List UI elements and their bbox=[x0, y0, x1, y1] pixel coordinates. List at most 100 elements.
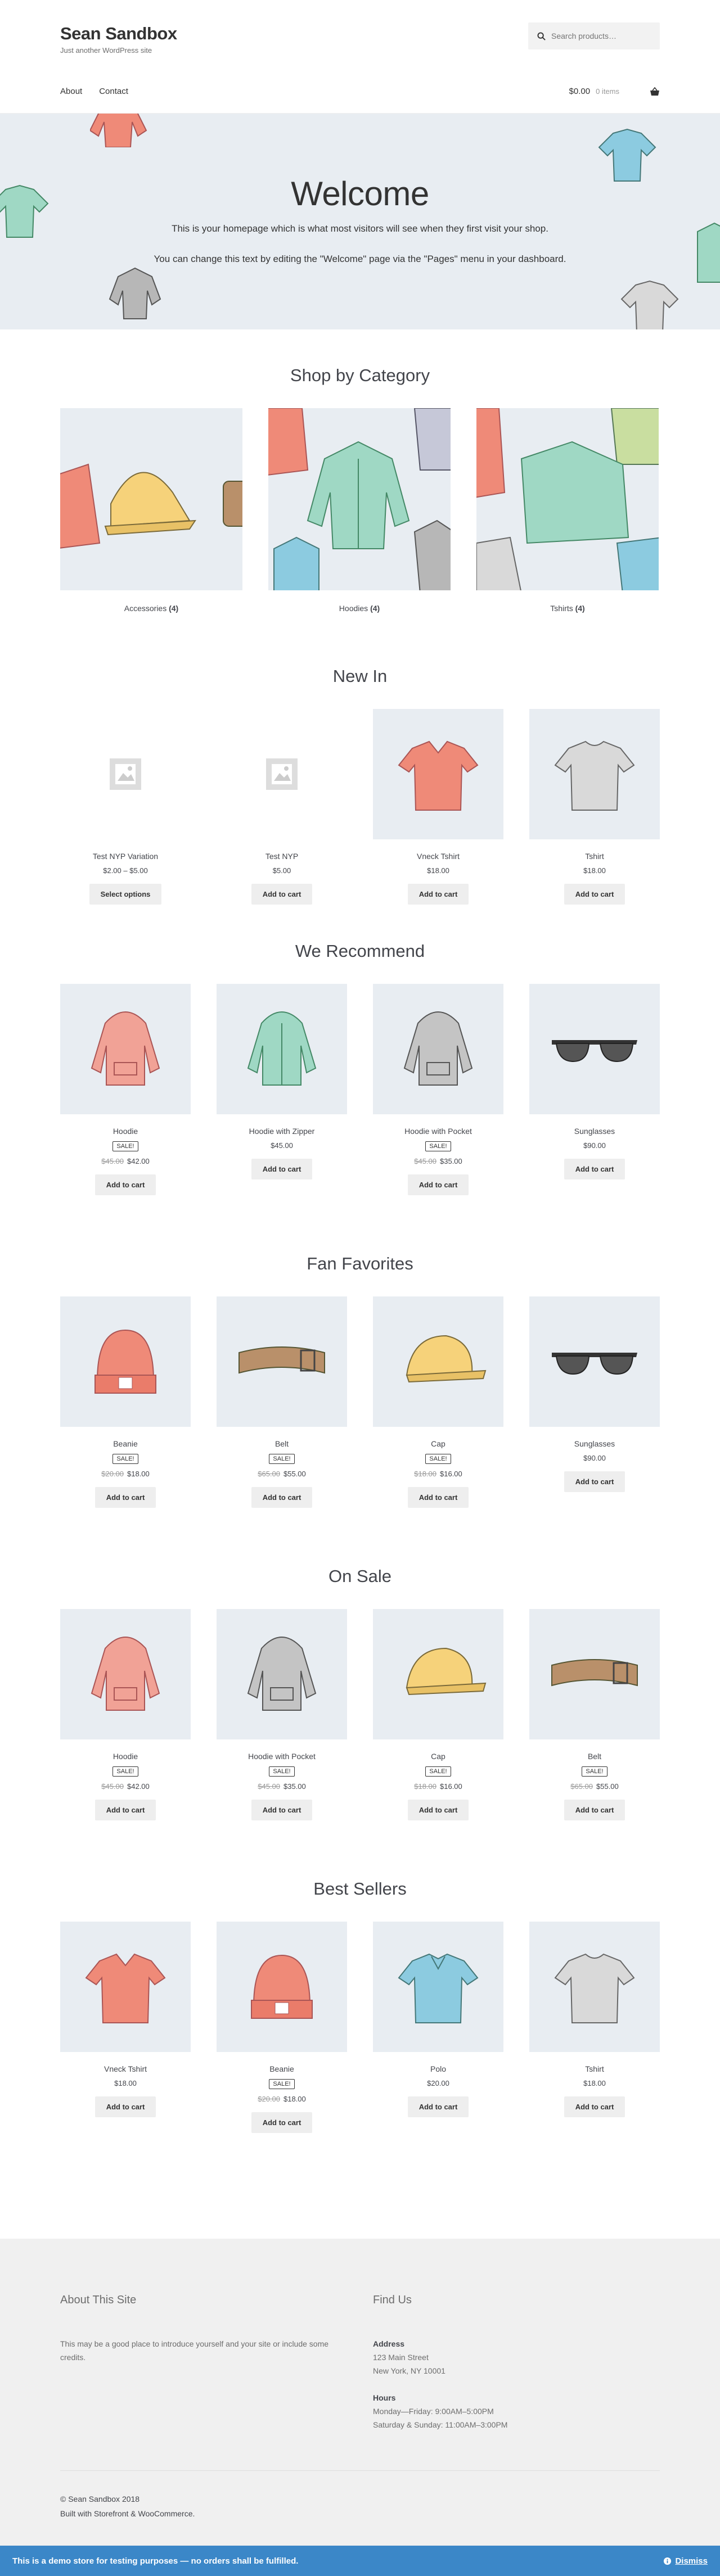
product-title[interactable]: Vneck Tshirt bbox=[60, 2064, 191, 2073]
add-to-cart-button[interactable]: Add to cart bbox=[564, 1800, 626, 1820]
category-accessories[interactable]: Accessories (4) bbox=[60, 408, 242, 613]
product-image[interactable] bbox=[60, 984, 191, 1114]
product-image[interactable] bbox=[529, 984, 660, 1114]
product-card[interactable]: Cap SALE! $18.00 $16.00 Add to cart bbox=[373, 1296, 503, 1508]
product-image[interactable] bbox=[373, 1296, 503, 1427]
header-cart[interactable]: $0.00 0 items bbox=[569, 87, 660, 96]
basket-icon[interactable] bbox=[650, 87, 660, 96]
category-title[interactable]: Tshirts (4) bbox=[476, 604, 659, 613]
product-image[interactable] bbox=[217, 1296, 347, 1427]
product-title[interactable]: Hoodie with Pocket bbox=[217, 1752, 347, 1761]
category-tshirts[interactable]: Tshirts (4) bbox=[476, 408, 659, 613]
product-title[interactable]: Cap bbox=[373, 1439, 503, 1448]
product-card[interactable]: Hoodie with Pocket SALE! $45.00 $35.00 Add t… bbox=[373, 984, 503, 1195]
product-card[interactable]: Belt SALE! $65.00 $55.00 Add to cart bbox=[217, 1296, 347, 1508]
add-to-cart-button[interactable]: Add to cart bbox=[94, 2096, 156, 2117]
dismiss-button[interactable]: Dismiss bbox=[663, 2556, 708, 2566]
product-image[interactable] bbox=[60, 1922, 191, 2052]
add-to-cart-button[interactable]: Add to cart bbox=[251, 1800, 313, 1820]
product-image[interactable] bbox=[529, 709, 660, 839]
product-card[interactable]: Test NYP Variation $2.00 – $5.00 Select op… bbox=[60, 709, 191, 905]
product-card[interactable]: Hoodie SALE! $45.00 $42.00 Add to cart bbox=[60, 1609, 191, 1820]
product-image[interactable] bbox=[60, 709, 191, 839]
product-image[interactable] bbox=[529, 1922, 660, 2052]
add-to-cart-button[interactable]: Add to cart bbox=[251, 1159, 313, 1179]
product-image[interactable] bbox=[60, 1609, 191, 1739]
product-title[interactable]: Cap bbox=[373, 1752, 503, 1761]
product-card[interactable]: Beanie SALE! $20.00 $18.00 Add to cart bbox=[60, 1296, 191, 1508]
category-image[interactable] bbox=[268, 408, 451, 590]
product-image[interactable] bbox=[217, 709, 347, 839]
add-to-cart-button[interactable]: Add to cart bbox=[564, 2096, 626, 2117]
product-title[interactable]: Test NYP Variation bbox=[60, 852, 191, 861]
product-image[interactable] bbox=[373, 1609, 503, 1739]
product-title[interactable]: Belt bbox=[529, 1752, 660, 1761]
product-title[interactable]: Hoodie bbox=[60, 1127, 191, 1136]
product-image[interactable] bbox=[217, 984, 347, 1114]
product-title[interactable]: Test NYP bbox=[217, 852, 347, 861]
product-image[interactable] bbox=[373, 984, 503, 1114]
product-card[interactable]: Beanie SALE! $20.00 $18.00 Add to cart bbox=[217, 1922, 347, 2133]
dismiss-label[interactable]: Dismiss bbox=[675, 2556, 708, 2566]
add-to-cart-button[interactable]: Add to cart bbox=[564, 1471, 626, 1492]
product-image[interactable] bbox=[529, 1609, 660, 1739]
add-to-cart-button[interactable]: Add to cart bbox=[251, 2112, 313, 2133]
add-to-cart-button[interactable]: Add to cart bbox=[94, 1800, 156, 1820]
product-title[interactable]: Tshirt bbox=[529, 2064, 660, 2073]
product-title[interactable]: Hoodie with Pocket bbox=[373, 1127, 503, 1136]
category-image[interactable] bbox=[60, 408, 242, 590]
product-title[interactable]: Beanie bbox=[60, 1439, 191, 1448]
product-card[interactable]: Belt SALE! $65.00 $55.00 Add to cart bbox=[529, 1609, 660, 1820]
product-card[interactable]: Polo $20.00 Add to cart bbox=[373, 1922, 503, 2133]
product-title[interactable]: Sunglasses bbox=[529, 1127, 660, 1136]
nav-item-about[interactable]: About bbox=[60, 87, 82, 96]
add-to-cart-button[interactable]: Add to cart bbox=[251, 884, 313, 905]
product-title[interactable]: Tshirt bbox=[529, 852, 660, 861]
product-card[interactable]: Sunglasses $90.00 Add to cart bbox=[529, 1296, 660, 1508]
add-to-cart-button[interactable]: Add to cart bbox=[407, 1487, 469, 1508]
add-to-cart-button[interactable]: Add to cart bbox=[407, 884, 469, 905]
product-title[interactable]: Beanie bbox=[217, 2064, 347, 2073]
add-to-cart-button[interactable]: Add to cart bbox=[407, 1800, 469, 1820]
category-image[interactable] bbox=[476, 408, 659, 590]
product-card[interactable]: Tshirt $18.00 Add to cart bbox=[529, 709, 660, 905]
site-title[interactable]: Sean Sandbox bbox=[60, 24, 177, 44]
product-title[interactable]: Hoodie bbox=[60, 1752, 191, 1761]
product-title[interactable]: Polo bbox=[373, 2064, 503, 2073]
add-to-cart-button[interactable]: Select options bbox=[89, 884, 162, 905]
category-title[interactable]: Accessories (4) bbox=[60, 604, 242, 613]
category-title[interactable]: Hoodies (4) bbox=[268, 604, 451, 613]
product-card[interactable]: Cap SALE! $18.00 $16.00 Add to cart bbox=[373, 1609, 503, 1820]
product-card[interactable]: Test NYP $5.00 Add to cart bbox=[217, 709, 347, 905]
product-title[interactable]: Sunglasses bbox=[529, 1439, 660, 1448]
nav-item-contact[interactable]: Contact bbox=[99, 87, 128, 96]
category-hoodies[interactable]: Hoodies (4) bbox=[268, 408, 451, 613]
product-image[interactable] bbox=[217, 1609, 347, 1739]
product-image[interactable] bbox=[60, 1296, 191, 1427]
add-to-cart-button[interactable]: Add to cart bbox=[407, 1174, 469, 1195]
cart-count[interactable]: 0 items bbox=[596, 87, 619, 96]
add-to-cart-button[interactable]: Add to cart bbox=[94, 1174, 156, 1195]
product-image[interactable] bbox=[529, 1296, 660, 1427]
add-to-cart-button[interactable]: Add to cart bbox=[407, 2096, 469, 2117]
product-card[interactable]: Vneck Tshirt $18.00 Add to cart bbox=[373, 709, 503, 905]
cart-amount[interactable]: $0.00 bbox=[569, 87, 591, 96]
built-with[interactable]: Built with Storefront & WooCommerce. bbox=[60, 2506, 195, 2521]
product-card[interactable]: Tshirt $18.00 Add to cart bbox=[529, 1922, 660, 2133]
add-to-cart-button[interactable]: Add to cart bbox=[251, 1487, 313, 1508]
search-box[interactable] bbox=[528, 22, 660, 49]
search-input[interactable] bbox=[551, 31, 652, 40]
add-to-cart-button[interactable]: Add to cart bbox=[94, 1487, 156, 1508]
product-card[interactable]: Vneck Tshirt $18.00 Add to cart bbox=[60, 1922, 191, 2133]
product-title[interactable]: Belt bbox=[217, 1439, 347, 1448]
product-card[interactable]: Hoodie with Zipper $45.00 Add to cart bbox=[217, 984, 347, 1195]
add-to-cart-button[interactable]: Add to cart bbox=[564, 884, 626, 905]
add-to-cart-button[interactable]: Add to cart bbox=[564, 1159, 626, 1179]
product-title[interactable]: Vneck Tshirt bbox=[373, 852, 503, 861]
product-card[interactable]: Hoodie SALE! $45.00 $42.00 Add to cart bbox=[60, 984, 191, 1195]
product-image[interactable] bbox=[217, 1922, 347, 2052]
product-image[interactable] bbox=[373, 709, 503, 839]
product-title[interactable]: Hoodie with Zipper bbox=[217, 1127, 347, 1136]
product-image[interactable] bbox=[373, 1922, 503, 2052]
product-card[interactable]: Sunglasses $90.00 Add to cart bbox=[529, 984, 660, 1195]
